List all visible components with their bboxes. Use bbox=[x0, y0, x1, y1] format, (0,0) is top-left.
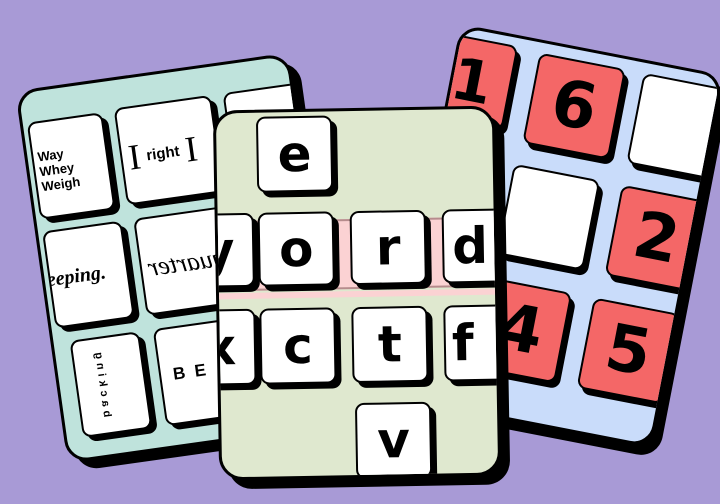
rebus-word: B E bbox=[171, 360, 208, 384]
letter: r bbox=[375, 218, 402, 277]
blank-tile[interactable] bbox=[626, 72, 720, 180]
letter: c bbox=[282, 316, 314, 376]
letter: x bbox=[212, 318, 237, 377]
letter: y bbox=[212, 221, 236, 280]
letter-tile[interactable]: f bbox=[443, 304, 502, 382]
letter: t bbox=[377, 315, 403, 374]
letter-tile[interactable]: c bbox=[259, 307, 337, 385]
rebus-tile-i-right-i[interactable]: I right I bbox=[113, 94, 225, 206]
rebus-tile-backing[interactable]: backing bbox=[69, 331, 153, 438]
letter-tile[interactable]: y bbox=[212, 212, 255, 289]
letter: o bbox=[278, 219, 314, 279]
number-tile-value: 4 bbox=[491, 289, 550, 371]
letter-tile[interactable]: x bbox=[212, 308, 257, 387]
letter-tile[interactable]: t bbox=[351, 305, 429, 384]
rebus-word: backing bbox=[91, 347, 114, 419]
word-search-card[interactable]: e y o r d x c t f v bbox=[212, 105, 502, 481]
rebus-letter: I bbox=[125, 136, 144, 178]
rebus-tile-way-whey-weigh[interactable]: Way Whey Weigh bbox=[26, 112, 116, 220]
number-tile-value: 5 bbox=[599, 310, 658, 392]
letter: d bbox=[451, 216, 489, 276]
number-tile-value: 2 bbox=[627, 197, 686, 279]
letter: f bbox=[451, 313, 475, 373]
rebus-letter: I bbox=[182, 128, 201, 170]
number-tile-value: 6 bbox=[545, 65, 604, 147]
rebus-word: eeping. bbox=[45, 261, 108, 292]
letter-tile[interactable]: d bbox=[441, 208, 502, 284]
letter-tile-top[interactable]: e bbox=[255, 115, 334, 193]
letter-tile[interactable]: r bbox=[349, 209, 427, 286]
letter-tile[interactable]: o bbox=[257, 211, 335, 287]
letter: v bbox=[376, 411, 411, 470]
rebus-word: right bbox=[145, 142, 181, 164]
blank-tile[interactable] bbox=[496, 163, 601, 271]
rebus-tile-keeping[interactable]: eeping. bbox=[42, 220, 135, 329]
letter: e bbox=[277, 124, 313, 184]
letter-tile-bottom[interactable]: v bbox=[354, 401, 433, 480]
number-tile-5[interactable]: 5 bbox=[576, 297, 681, 405]
number-tile-6[interactable]: 6 bbox=[522, 52, 627, 160]
number-tile-2[interactable]: 2 bbox=[604, 184, 709, 292]
